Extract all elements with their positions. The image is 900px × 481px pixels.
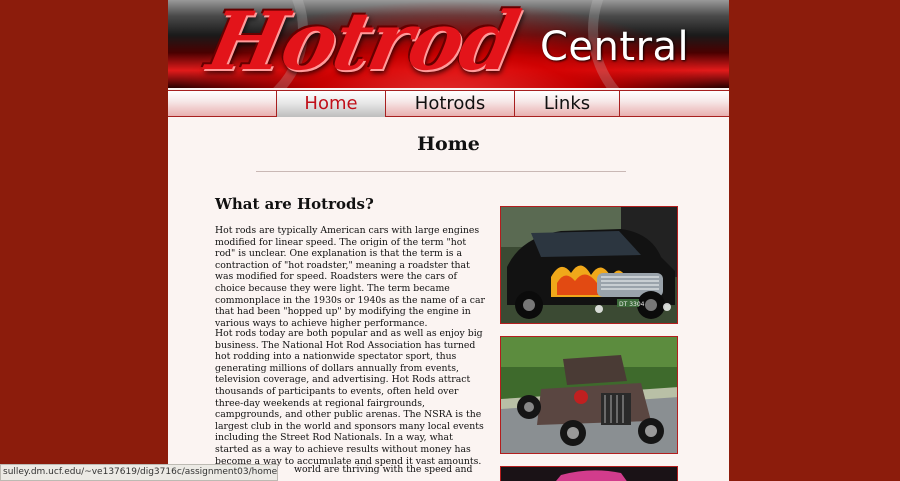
- license-plate: DT 3304: [619, 301, 645, 308]
- section-title: What are Hotrods?: [215, 195, 374, 213]
- nav-hotrods[interactable]: Hotrods: [385, 91, 515, 117]
- photo-pink-hotrod: [500, 466, 678, 481]
- nav-links-label: Links: [543, 93, 591, 114]
- nav-home-label: Home: [304, 93, 358, 114]
- nav-hotrods-label: Hotrods: [414, 93, 486, 114]
- paragraph-partial-text: world are thriving with the speed and: [294, 464, 473, 475]
- photo-flame-hotrod: DT 3304: [500, 206, 678, 324]
- nav-links[interactable]: Links: [514, 91, 620, 117]
- paragraph-origin: Hot rods are typically American cars wit…: [215, 225, 485, 329]
- site-logo[interactable]: Hotrod: [200, 0, 525, 88]
- header-banner: Hotrod Central: [168, 0, 729, 88]
- browser-status-bar: sulley.dm.ucf.edu/~ve137619/dig3716c/ass…: [0, 464, 278, 481]
- page-title: Home: [417, 133, 480, 155]
- main-navigation: Home Hotrods Links: [168, 90, 729, 117]
- nav-home[interactable]: Home: [276, 91, 386, 117]
- site-logo-subtitle: Central: [540, 24, 690, 70]
- paragraph-business: Hot rods today are both popular and as w…: [215, 328, 484, 467]
- page-container: Hotrod Central Home Hotrods Links Home W…: [168, 0, 729, 481]
- photo-rat-rod: [500, 336, 678, 454]
- heading-divider: [256, 171, 626, 172]
